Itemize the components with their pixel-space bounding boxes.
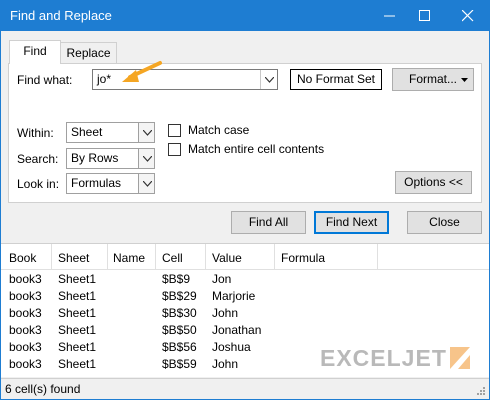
column-header-book[interactable]: Book xyxy=(9,251,36,265)
cell-value: Marjorie xyxy=(212,289,256,303)
column-header-cell[interactable]: Cell xyxy=(162,251,183,265)
match-case-box[interactable] xyxy=(168,124,181,137)
table-row[interactable]: book3 Sheet1 $B$29 Marjorie xyxy=(1,288,489,305)
column-divider[interactable] xyxy=(274,244,275,270)
cell-address: $B$9 xyxy=(162,272,191,286)
cell-value: Jonathan xyxy=(212,323,262,337)
look-in-value: Formulas xyxy=(71,176,122,190)
resize-grip-icon[interactable] xyxy=(476,386,486,396)
cell-value: Joshua xyxy=(212,340,251,354)
column-divider[interactable] xyxy=(107,244,108,270)
cell-sheet: Sheet1 xyxy=(58,306,97,320)
within-select[interactable]: Sheet xyxy=(66,122,155,143)
column-header-formula[interactable]: Formula xyxy=(281,251,325,265)
close-button[interactable]: Close xyxy=(407,211,482,234)
find-next-label: Find Next xyxy=(325,215,378,229)
cell-book: book3 xyxy=(9,323,42,337)
cell-book: book3 xyxy=(9,289,42,303)
cell-book: book3 xyxy=(9,272,42,286)
cell-sheet: Sheet1 xyxy=(58,323,97,337)
options-button[interactable]: Options << xyxy=(395,171,472,194)
arrow-icon xyxy=(122,61,162,82)
within-label: Within: xyxy=(17,126,54,140)
match-entire-box[interactable] xyxy=(168,143,181,156)
chevron-down-icon xyxy=(143,130,152,136)
column-header-value[interactable]: Value xyxy=(212,251,242,265)
table-row[interactable]: book3 Sheet1 $B$9 Jon xyxy=(1,271,489,288)
dropdown-triangle-icon xyxy=(461,78,468,82)
cell-book: book3 xyxy=(9,306,42,320)
table-row[interactable]: book3 Sheet1 $B$30 John xyxy=(1,305,489,322)
cell-address: $B$29 xyxy=(162,289,197,303)
find-all-button[interactable]: Find All xyxy=(231,211,306,234)
cell-sheet: Sheet1 xyxy=(58,340,97,354)
column-divider[interactable] xyxy=(205,244,206,270)
format-button[interactable]: Format... xyxy=(392,68,474,91)
find-what-value: jo* xyxy=(97,72,112,86)
within-value: Sheet xyxy=(71,125,103,139)
minimize-icon xyxy=(384,15,395,17)
table-row[interactable]: book3 Sheet1 $B$50 Jonathan xyxy=(1,322,489,339)
tab-find-label: Find xyxy=(23,44,47,58)
column-header-name[interactable]: Name xyxy=(113,251,145,265)
find-what-dropdown[interactable] xyxy=(260,70,277,89)
close-label: Close xyxy=(429,215,460,229)
tab-replace-label: Replace xyxy=(66,46,111,60)
cell-sheet: Sheet1 xyxy=(58,289,97,303)
cell-value: John xyxy=(212,306,239,320)
chevron-down-icon xyxy=(265,77,274,83)
match-entire-label: Match entire cell contents xyxy=(188,142,325,156)
tab-replace[interactable]: Replace xyxy=(60,42,117,64)
search-value: By Rows xyxy=(71,151,119,165)
cell-address: $B$56 xyxy=(162,340,197,354)
column-header-sheet[interactable]: Sheet xyxy=(58,251,89,265)
results-header: Book Sheet Name Cell Value Formula xyxy=(1,244,489,270)
status-bar: 6 cell(s) found xyxy=(1,378,489,399)
cell-value: Jon xyxy=(212,272,232,286)
cell-value: John xyxy=(212,357,239,371)
look-in-dropdown[interactable] xyxy=(138,173,155,194)
column-divider[interactable] xyxy=(155,244,156,270)
close-icon xyxy=(462,10,474,22)
within-dropdown[interactable] xyxy=(138,122,155,143)
title-bar: Find and Replace xyxy=(0,0,490,31)
cell-address: $B$59 xyxy=(162,357,197,371)
options-button-label: Options << xyxy=(404,175,463,189)
maximize-button[interactable] xyxy=(405,0,445,31)
tab-find[interactable]: Find xyxy=(9,40,61,64)
chevron-down-icon xyxy=(143,156,152,162)
chevron-down-icon xyxy=(143,181,152,187)
search-select[interactable]: By Rows xyxy=(66,148,155,169)
cell-address: $B$30 xyxy=(162,306,197,320)
logo-text: EXCELJET xyxy=(320,345,447,371)
cell-sheet: Sheet1 xyxy=(58,357,97,371)
find-all-label: Find All xyxy=(248,215,289,229)
format-preview: No Format Set xyxy=(290,69,382,90)
minimize-button[interactable] xyxy=(370,0,410,31)
find-next-button[interactable]: Find Next xyxy=(314,211,389,234)
cell-sheet: Sheet1 xyxy=(58,272,97,286)
column-divider[interactable] xyxy=(51,244,52,270)
look-in-select[interactable]: Formulas xyxy=(66,173,155,194)
status-text: 6 cell(s) found xyxy=(5,382,81,396)
match-case-label: Match case xyxy=(188,123,250,137)
close-window-button[interactable] xyxy=(448,0,488,31)
cell-book: book3 xyxy=(9,340,42,354)
logo-mark-icon xyxy=(450,347,470,369)
search-label: Search: xyxy=(17,152,59,166)
window-title: Find and Replace xyxy=(10,8,112,23)
maximize-icon xyxy=(419,10,430,21)
cell-address: $B$50 xyxy=(162,323,197,337)
cell-book: book3 xyxy=(9,357,42,371)
look-in-label: Look in: xyxy=(17,177,60,191)
find-what-label: Find what: xyxy=(17,73,73,87)
column-divider[interactable] xyxy=(377,244,378,270)
format-button-label: Format... xyxy=(408,72,457,86)
search-dropdown[interactable] xyxy=(138,148,155,169)
